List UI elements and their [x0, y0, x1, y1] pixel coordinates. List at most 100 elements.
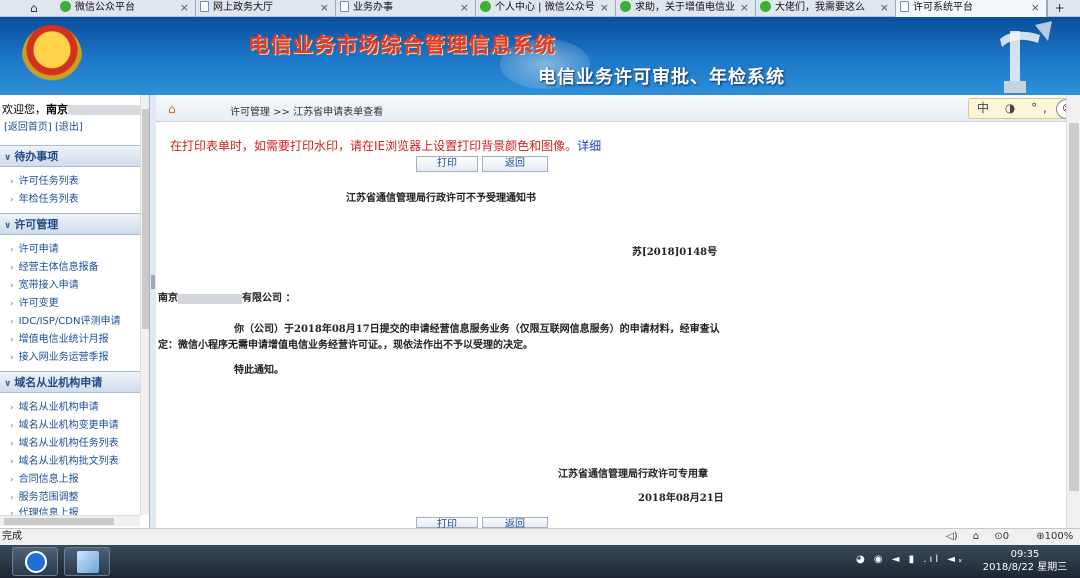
document-addressee: 南京 有限公司 ： [158, 293, 296, 304]
close-icon[interactable]: × [1031, 0, 1040, 16]
status-bar: 完成 ◁) ⌂ ⊙0 ⊕100% [0, 528, 1080, 545]
tab-label: 网上政务大厅 [213, 2, 273, 13]
chevron-right-icon: › [10, 281, 14, 291]
zoom-control[interactable]: ⊕100% [1036, 531, 1080, 542]
chevron-right-icon: › [10, 403, 14, 413]
section-domain[interactable]: ∨ 域名从业机构申请 [0, 371, 140, 393]
chevron-right-icon: › [10, 421, 14, 431]
document-title: 江苏省通信管理局行政许可不予受理通知书 [346, 193, 536, 204]
tab-label: 业务办事 [353, 2, 393, 13]
splitter-grip[interactable] [151, 275, 155, 289]
sidebar-links: [返回首页] [退出] [4, 118, 83, 133]
taskbar: ◕ ◉ ◄ ▮ .ıl ◄ₓ 09:35 2018/8/22 星期三 [0, 545, 1080, 578]
protected-mode-icon[interactable]: ⌂ [973, 531, 979, 542]
scrollbar-thumb[interactable] [4, 518, 114, 525]
breadcrumb-bar: ⌂ 许可管理 >> 江苏省申请表单查看 中 ◑ °, ♟ ☺ [156, 95, 1078, 122]
menu-item[interactable]: › 接入网业务运营季报 [10, 350, 109, 365]
sidebar-vertical-scrollbar[interactable] [140, 95, 149, 515]
back-button[interactable]: 返回 [482, 156, 548, 172]
taskbar-app-button[interactable] [12, 547, 58, 576]
wechat-icon [620, 1, 631, 12]
menu-item[interactable]: › IDC/ISP/CDN评测申请 [10, 314, 120, 329]
wechat-icon [480, 1, 491, 12]
close-icon[interactable]: × [600, 0, 609, 16]
print-button[interactable]: 打印 [416, 156, 478, 172]
scrollbar-thumb[interactable] [142, 109, 149, 329]
welcome-text: 欢迎您，南京有 [2, 101, 149, 117]
shield-icon[interactable]: ⊙0 [994, 531, 1021, 542]
menu-item[interactable]: › 许可申请 [10, 242, 59, 257]
ime-toolbar[interactable]: 中 ◑ °, ♟ [968, 98, 1074, 119]
detail-link[interactable]: 详细 [577, 139, 601, 153]
taskbar-app-button[interactable] [64, 547, 110, 576]
chevron-right-icon: › [10, 177, 14, 187]
system-tray[interactable]: ◕ ◉ ◄ ▮ .ıl ◄ₓ [856, 554, 965, 565]
chevron-right-icon: › [10, 493, 14, 503]
menu-item[interactable]: › 经营主体信息报备 [10, 260, 99, 275]
chevron-right-icon: › [10, 195, 14, 205]
chevron-down-icon: ∨ [4, 379, 12, 389]
menu-item[interactable]: › 域名从业机构申请 [10, 400, 99, 415]
browser-tab[interactable]: 业务办事 × [336, 0, 476, 17]
menu-item[interactable]: › 域名从业机构任务列表 [10, 436, 119, 451]
sidebar: 欢迎您，南京有 [返回首页] [退出] ∨待办事项 ›许可任务列表 ›年检任务列… [0, 95, 150, 528]
breadcrumb: 许可管理 >> 江苏省申请表单查看 [230, 107, 384, 118]
chevron-right-icon: › [10, 353, 14, 363]
chevron-right-icon: › [10, 439, 14, 449]
home-icon[interactable]: ⌂ [168, 102, 176, 116]
system-title: 电信业务市场综合管理信息系统 [248, 32, 556, 57]
page-icon [900, 1, 909, 12]
national-emblem-icon: ★ [22, 25, 82, 87]
print-button-bottom[interactable]: 打印 [416, 517, 478, 530]
new-tab-button[interactable]: + [1047, 0, 1071, 17]
browser-tab[interactable]: 网上政务大厅 × [196, 0, 336, 17]
menu-item[interactable]: › 年检任务列表 [10, 192, 79, 207]
tab-label: 许可系统平台 [913, 2, 973, 13]
document-seal-text: 江苏省通信管理局行政许可专用章 [558, 469, 708, 480]
chevron-right-icon: › [10, 299, 14, 309]
huabiao-monument-icon [1000, 21, 1052, 93]
app-window-icon [77, 551, 99, 573]
chevron-right-icon: › [10, 457, 14, 467]
browser-tab[interactable]: 个人中心 | 微信公众号 × [476, 0, 616, 17]
speaker-icon[interactable]: ◁) [946, 531, 958, 542]
chevron-right-icon: › [10, 335, 14, 345]
menu-item[interactable]: › 增值电信业统计月报 [10, 332, 109, 347]
browser-tab[interactable]: 大佬们，我需要这么 × [756, 0, 896, 17]
system-subtitle: 电信业务许可审批、年检系统 [538, 67, 785, 88]
status-text: 完成 [2, 531, 22, 542]
close-icon[interactable]: × [740, 0, 749, 16]
menu-item[interactable]: › 许可变更 [10, 296, 59, 311]
section-pending[interactable]: ∨ 待办事项 [0, 145, 140, 167]
browser-tab[interactable]: 求助，关于增值电信业 × [616, 0, 756, 17]
menu-item[interactable]: › 宽带接入申请 [10, 278, 79, 293]
menu-item[interactable]: › 服务范围调整 [10, 490, 79, 505]
menu-item[interactable]: › 域名从业机构批文列表 [10, 454, 119, 469]
section-license[interactable]: ∨ 许可管理 [0, 213, 140, 235]
close-icon[interactable]: × [460, 0, 469, 16]
close-icon[interactable]: × [880, 0, 889, 16]
document-number: 苏[2018]0148号 [632, 247, 718, 258]
browser-tab-active[interactable]: 许可系统平台 × [896, 0, 1047, 17]
back-button-bottom[interactable]: 返回 [482, 517, 548, 530]
taskbar-clock[interactable]: 09:35 2018/8/22 星期三 [976, 548, 1074, 574]
status-right-group: ◁) ⌂ ⊙0 ⊕100% [946, 529, 1080, 545]
menu-item[interactable]: › 合同信息上报 [10, 472, 79, 487]
logout-link[interactable]: [退出] [55, 122, 83, 133]
close-icon[interactable]: × [320, 0, 329, 16]
tab-label: 微信公众平台 [75, 2, 135, 13]
home-icon[interactable]: ⌂ [30, 1, 44, 15]
tab-label: 个人中心 | 微信公众号 [495, 2, 595, 13]
menu-item[interactable]: › 域名从业机构变更申请 [10, 418, 119, 433]
main-vertical-scrollbar[interactable] [1066, 95, 1080, 528]
browser-tab[interactable]: 微信公众平台 × [56, 0, 196, 17]
chevron-right-icon: › [10, 317, 14, 327]
sidebar-horizontal-scrollbar[interactable] [0, 515, 140, 526]
return-home-link[interactable]: [返回首页] [4, 122, 52, 133]
close-icon[interactable]: × [180, 0, 189, 16]
scrollbar-thumb[interactable] [1069, 123, 1079, 491]
page-icon [340, 1, 349, 12]
redacted-company [178, 293, 242, 304]
menu-item[interactable]: › 许可任务列表 [10, 174, 79, 189]
document-body-line: 你（公司）于2018年08月17日提交的申请经营信息服务业务（仅限互联网信息服务… [234, 324, 720, 335]
